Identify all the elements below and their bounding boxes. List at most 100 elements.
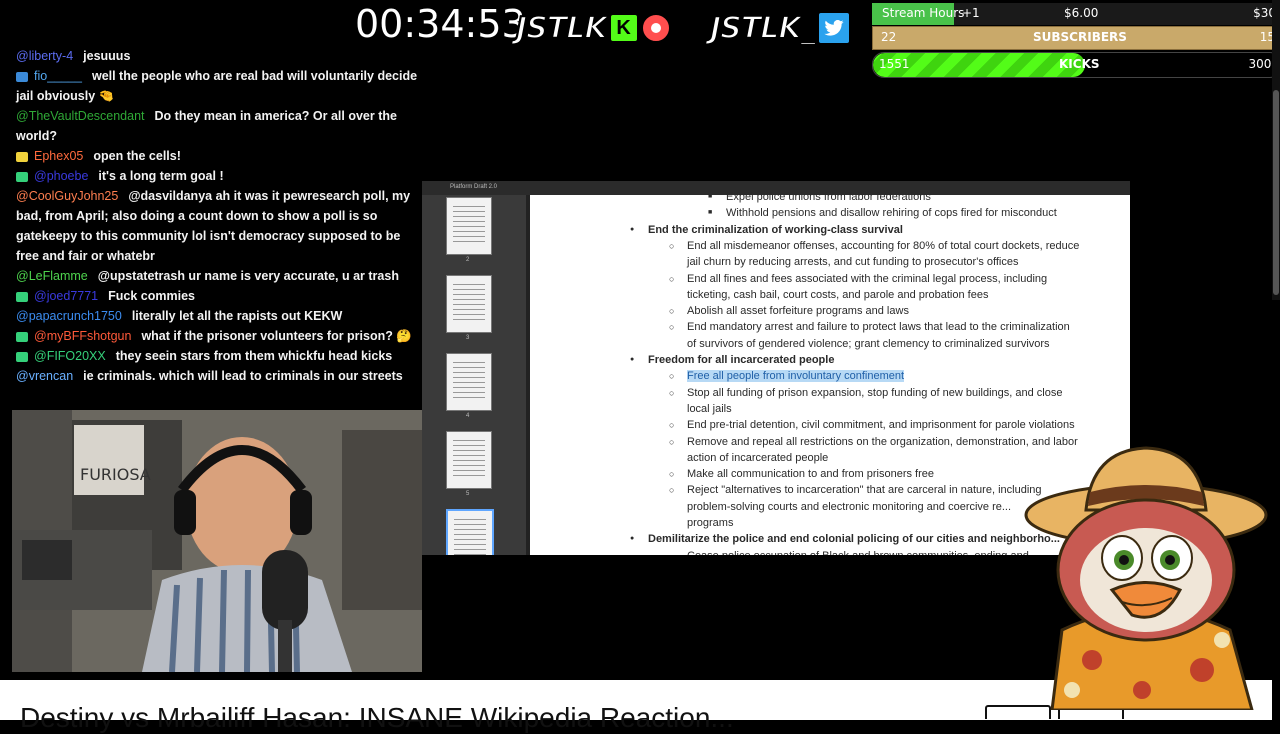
chat-text: it's a long term goal ! bbox=[98, 169, 224, 183]
chat-username[interactable]: @myBFFshotgun bbox=[34, 329, 131, 343]
chat-message: @joed7771 Fuck commies bbox=[10, 286, 422, 306]
document-line-text: Demilitarize the police and end colonial… bbox=[648, 533, 1060, 546]
svg-text:FURIOSA: FURIOSA bbox=[80, 465, 151, 484]
chat-message: @CoolGuyJohn25 @dasvildanya ah it was it … bbox=[10, 186, 422, 266]
webcam-feed: FURIOSA bbox=[12, 410, 422, 672]
chat-username[interactable]: @CoolGuyJohn25 bbox=[16, 189, 118, 203]
brand-twitter-text: JSTLK_ bbox=[709, 10, 817, 47]
document-line: Make all communication to and from priso… bbox=[669, 468, 934, 480]
scrollbar[interactable] bbox=[1272, 0, 1280, 300]
chat-text: jesuuus bbox=[83, 49, 131, 63]
kicks-current: 1551 bbox=[879, 57, 910, 71]
brand-kick-text: JSTLK bbox=[515, 10, 609, 47]
chat-username[interactable]: @LeFlamme bbox=[16, 269, 88, 283]
brand-kick-logo: JSTLK K bbox=[515, 8, 671, 48]
chat-message: @FIFO20XX they seein stars from them whic… bbox=[10, 346, 422, 366]
live-record-icon bbox=[640, 13, 671, 43]
chat-username[interactable]: @vrencan bbox=[16, 369, 73, 383]
stream-hours-goal: Stream Hours +1 $6.00 $30 bbox=[872, 3, 1280, 25]
document-line-text: problem-solving courts and electronic mo… bbox=[687, 500, 1012, 513]
page-thumbnail[interactable] bbox=[446, 509, 494, 555]
page-thumbnail-number: 2 bbox=[466, 257, 470, 263]
chat-username[interactable]: fio_____ bbox=[34, 69, 82, 83]
document-line-text: Expel police unions from labor federatio… bbox=[726, 191, 931, 203]
chat-text: Fuck commies bbox=[108, 289, 195, 303]
document-line-text: Stop all funding of prison expansion, st… bbox=[687, 386, 1063, 399]
subscribers-label: SUBSCRIBERS bbox=[1033, 30, 1127, 44]
stream-hours-label: Stream Hours bbox=[882, 6, 965, 20]
chat-badge-icon bbox=[16, 71, 28, 82]
kicks-label: KICKS bbox=[1059, 57, 1100, 71]
stream-hours-increment: +1 bbox=[962, 6, 980, 20]
document-line: problem-solving courts and electronic mo… bbox=[687, 501, 1011, 513]
document-line: End all fines and fees associated with t… bbox=[669, 273, 1047, 285]
chat-message: fio_____ well the people who are real bad… bbox=[10, 66, 422, 106]
document-line-text: Withhold pensions and disallow rehiring … bbox=[726, 207, 1057, 220]
chat-username[interactable]: @liberty-4 bbox=[16, 49, 73, 63]
chat-message: @myBFFshotgun what if the prisoner volunt… bbox=[10, 326, 422, 346]
document-line: action of incarcerated people bbox=[687, 452, 828, 464]
chat-username[interactable]: @phoebe bbox=[34, 169, 88, 183]
document-line-text: End pre-trial detention, civil commitmen… bbox=[687, 419, 1075, 432]
document-line-text: local jails bbox=[687, 402, 732, 415]
document-line: Abolish all asset forfeiture programs an… bbox=[669, 305, 909, 318]
kicks-goal: 1551 KICKS 3000 bbox=[872, 52, 1280, 78]
document-line-text: jail churn by reducing arrests, and cut … bbox=[687, 256, 1019, 269]
document-line: End all misdemeanor offenses, accounting… bbox=[669, 240, 1079, 252]
document-line-text: Abolish all asset forfeiture programs an… bbox=[687, 305, 909, 318]
document-line: jail churn by reducing arrests, and cut … bbox=[687, 256, 1018, 268]
document-line: Reject "alternatives to incarceration" t… bbox=[669, 484, 1042, 497]
document-line: Stop all funding of prison expansion, st… bbox=[669, 386, 1063, 399]
page-thumbnail[interactable] bbox=[446, 275, 492, 333]
document-line-text: of survivors of gendered violence; grant… bbox=[687, 337, 1050, 350]
document-line: End pre-trial detention, civil commitmen… bbox=[669, 419, 1075, 432]
document-line: Cease police occupation of Black and bro… bbox=[687, 550, 1038, 555]
chat-message: @LeFlamme @upstatetrash ur name is very a… bbox=[10, 266, 422, 286]
chat-username[interactable]: Ephex05 bbox=[34, 149, 83, 163]
document-title: Platform Draft 2.0 bbox=[450, 184, 498, 190]
document-line: Withhold pensions and disallow rehiring … bbox=[708, 207, 1057, 220]
page-thumbnail-number: 3 bbox=[466, 335, 470, 341]
page-thumbnail[interactable] bbox=[446, 197, 492, 255]
chat-message: @liberty-4 jesuuus bbox=[10, 46, 422, 66]
chat-text: open the cells! bbox=[93, 149, 181, 163]
document-line-text: programs bbox=[687, 517, 734, 529]
document-line: programs bbox=[687, 517, 733, 529]
document-line-text: action of incarcerated people bbox=[687, 451, 829, 464]
document-thumbnails[interactable]: 23456 bbox=[422, 195, 526, 555]
subscribers-left: 22 bbox=[881, 30, 897, 44]
chat-badge-icon bbox=[16, 171, 28, 182]
document-line: Freedom for all incarcerated people bbox=[630, 354, 835, 366]
document-line: of survivors of gendered violence; grant… bbox=[687, 338, 1050, 350]
document-line: End mandatory arrest and failure to prot… bbox=[669, 321, 1070, 333]
stream-timer: 00:34:53 bbox=[355, 2, 526, 46]
document-line-text: Cease police occupation of Black and bro… bbox=[687, 550, 1038, 555]
document-line-highlighted: Free all people from involuntary confine… bbox=[669, 370, 905, 383]
page-thumbnail[interactable] bbox=[446, 353, 492, 411]
chat-username[interactable]: @TheVaultDescendant bbox=[16, 109, 145, 123]
chat-message: @papacrunch1750 literally let all the rap… bbox=[10, 306, 422, 326]
chat-badge-icon bbox=[16, 151, 28, 162]
chat-message: @vrencan ie criminals. which will lead to… bbox=[10, 366, 422, 386]
chat-text: ie criminals. which will lead to crimina… bbox=[83, 369, 403, 383]
chat-message: @TheVaultDescendant Do they mean in ameri… bbox=[10, 106, 422, 146]
page-thumbnail[interactable] bbox=[446, 431, 492, 489]
document-line-text: Reject "alternatives to incarceration" t… bbox=[687, 484, 1042, 497]
document-line: ticketing, cash bail, court costs, and p… bbox=[687, 289, 988, 301]
stream-hours-current: $6.00 bbox=[1064, 6, 1099, 20]
mascot-penguin-image bbox=[1012, 440, 1280, 712]
twitter-icon bbox=[816, 11, 851, 45]
chat-username[interactable]: @papacrunch1750 bbox=[16, 309, 122, 323]
scrollbar-thumb[interactable] bbox=[1273, 90, 1279, 295]
document-line-text: Freedom for all incarcerated people bbox=[648, 354, 835, 366]
chat-panel: @liberty-4 jesuuus fio_____ well the people… bbox=[10, 46, 422, 386]
chat-text: they seein stars from them whickfu head … bbox=[115, 349, 393, 363]
document-line-text: ticketing, cash bail, court costs, and p… bbox=[687, 288, 989, 301]
chat-message: @phoebe it's a long term goal ! bbox=[10, 166, 422, 186]
chat-username[interactable]: @FIFO20XX bbox=[34, 349, 106, 363]
chat-badge-icon bbox=[16, 331, 28, 342]
chat-username[interactable]: @joed7771 bbox=[34, 289, 98, 303]
chat-text: what if the prisoner volunteers for pris… bbox=[141, 329, 412, 343]
page-thumbnail-number: 5 bbox=[466, 491, 470, 497]
chat-text: literally let all the rapists out KEKW bbox=[131, 309, 343, 323]
